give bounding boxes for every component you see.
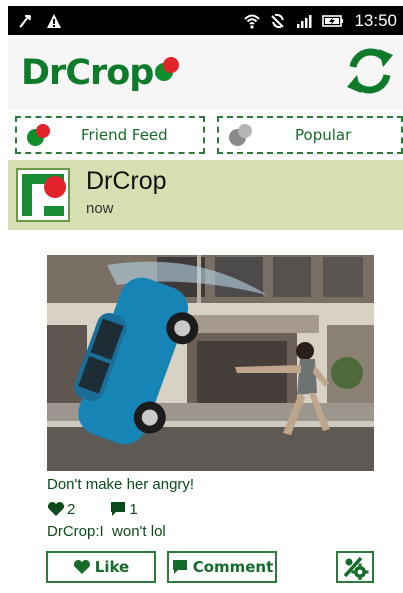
tab-friend-feed[interactable]: Friend Feed bbox=[15, 116, 205, 154]
app-logo: DrCrop bbox=[21, 51, 181, 95]
likes-count: 2 bbox=[67, 500, 76, 518]
settings-icon bbox=[343, 556, 369, 580]
feed-tabs: Friend Feed Popular bbox=[8, 112, 403, 158]
usb-debug-icon bbox=[19, 14, 31, 28]
post-caption: Don't make her angry! bbox=[47, 476, 195, 493]
status-time: 13:50 bbox=[354, 10, 397, 30]
heart-icon bbox=[73, 560, 90, 574]
sync-icon bbox=[271, 13, 285, 28]
like-button[interactable]: Like bbox=[46, 551, 156, 583]
avatar[interactable] bbox=[16, 168, 70, 222]
refresh-icon[interactable] bbox=[343, 43, 397, 99]
logo-text: DrCrop bbox=[21, 53, 154, 93]
tab-popular[interactable]: Popular bbox=[217, 116, 403, 154]
comment-author[interactable]: DrCrop: bbox=[47, 523, 100, 540]
post-settings-button[interactable] bbox=[336, 551, 374, 583]
logo-dots-icon bbox=[155, 57, 181, 83]
comment-button-label: Comment bbox=[192, 558, 274, 576]
status-bar: 13:50 bbox=[8, 6, 403, 35]
likes-stat[interactable]: 2 bbox=[47, 501, 75, 518]
warning-icon bbox=[47, 13, 61, 28]
post-stats: 2 1 bbox=[47, 499, 138, 519]
signal-icon bbox=[297, 14, 312, 28]
comment-item: DrCrop:I won't lol bbox=[47, 523, 166, 540]
heart-icon bbox=[47, 502, 65, 516]
tab-popular-label: Popular bbox=[295, 126, 352, 144]
post-photo[interactable] bbox=[47, 255, 374, 471]
comment-text: I won't lol bbox=[99, 523, 166, 540]
app-header: DrCrop bbox=[8, 35, 403, 110]
post-timestamp: now bbox=[86, 200, 114, 217]
friend-feed-icon bbox=[27, 123, 57, 147]
comments-count: 1 bbox=[129, 500, 138, 518]
speech-bubble-icon bbox=[111, 502, 126, 516]
popular-icon bbox=[229, 123, 259, 147]
tab-friend-feed-label: Friend Feed bbox=[81, 126, 168, 144]
battery-charging-icon bbox=[322, 14, 344, 27]
post-author-row[interactable]: DrCrop now bbox=[8, 160, 403, 230]
like-button-label: Like bbox=[94, 558, 130, 576]
wifi-icon bbox=[244, 14, 261, 29]
speech-bubble-icon bbox=[172, 560, 187, 574]
post-author-name: DrCrop bbox=[86, 167, 167, 195]
comments-stat[interactable]: 1 bbox=[109, 500, 138, 518]
comment-button[interactable]: Comment bbox=[167, 551, 277, 583]
